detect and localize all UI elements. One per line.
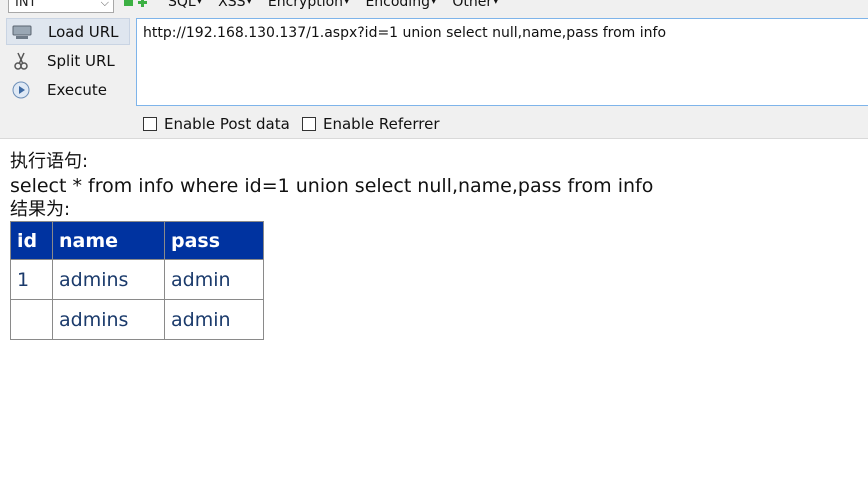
green-plus-icon[interactable] <box>138 0 147 7</box>
cell-pass: admin <box>164 299 264 340</box>
result-label: 结果为: <box>10 199 71 220</box>
post-data-checkbox[interactable] <box>143 117 157 131</box>
table-row: 1 admins admin <box>10 259 264 300</box>
green-flag-icon[interactable] <box>124 0 133 7</box>
result-table: id name pass 1 admins admin admins admin <box>10 221 264 340</box>
statement-label: 执行语句: <box>10 151 89 172</box>
menu-other[interactable]: Other▼ <box>452 0 498 10</box>
split-url-button[interactable]: Split URL <box>6 47 130 74</box>
play-icon <box>9 81 33 99</box>
table-row: admins admin <box>10 299 264 340</box>
cell-name: admins <box>52 299 165 340</box>
menu-encoding[interactable]: Encoding▼ <box>365 0 436 10</box>
cell-id <box>10 299 53 340</box>
sql-statement: select * from info where id=1 union sele… <box>10 175 654 197</box>
header-pass: pass <box>164 221 264 260</box>
menu-encryption[interactable]: Encryption▼ <box>268 0 350 10</box>
menu-bar: SQL▼ XSS▼ Encryption▼ Encoding▼ Other▼ <box>124 0 499 11</box>
url-input[interactable]: http://192.168.130.137/1.aspx?id=1 union… <box>136 18 868 106</box>
referrer-label: Enable Referrer <box>323 115 440 133</box>
header-id: id <box>10 221 53 260</box>
referrer-toggle[interactable]: Enable Referrer <box>302 114 439 134</box>
chevron-down-icon: ⌵ <box>100 0 109 9</box>
post-data-toggle[interactable]: Enable Post data <box>143 114 290 134</box>
page-content: 执行语句: select * from info where id=1 unio… <box>10 150 653 340</box>
db-type-select[interactable]: INT ⌵ <box>8 0 114 13</box>
menu-xss[interactable]: XSS▼ <box>218 0 252 10</box>
cell-id: 1 <box>10 259 53 300</box>
menu-sql[interactable]: SQL▼ <box>168 0 202 10</box>
load-url-button[interactable]: Load URL <box>6 18 130 45</box>
scissors-icon <box>9 52 33 70</box>
db-type-value: INT <box>15 0 37 10</box>
header-name: name <box>52 221 165 260</box>
cell-pass: admin <box>164 259 264 300</box>
post-data-label: Enable Post data <box>164 115 290 133</box>
hackbar-toolbar: INT ⌵ SQL▼ XSS▼ Encryption▼ Encoding▼ Ot… <box>0 0 868 139</box>
execute-button[interactable]: Execute <box>6 76 130 103</box>
cell-name: admins <box>52 259 165 300</box>
table-header-row: id name pass <box>10 221 264 260</box>
network-icon <box>10 23 34 41</box>
url-text: http://192.168.130.137/1.aspx?id=1 union… <box>143 25 667 41</box>
referrer-checkbox[interactable] <box>302 117 316 131</box>
